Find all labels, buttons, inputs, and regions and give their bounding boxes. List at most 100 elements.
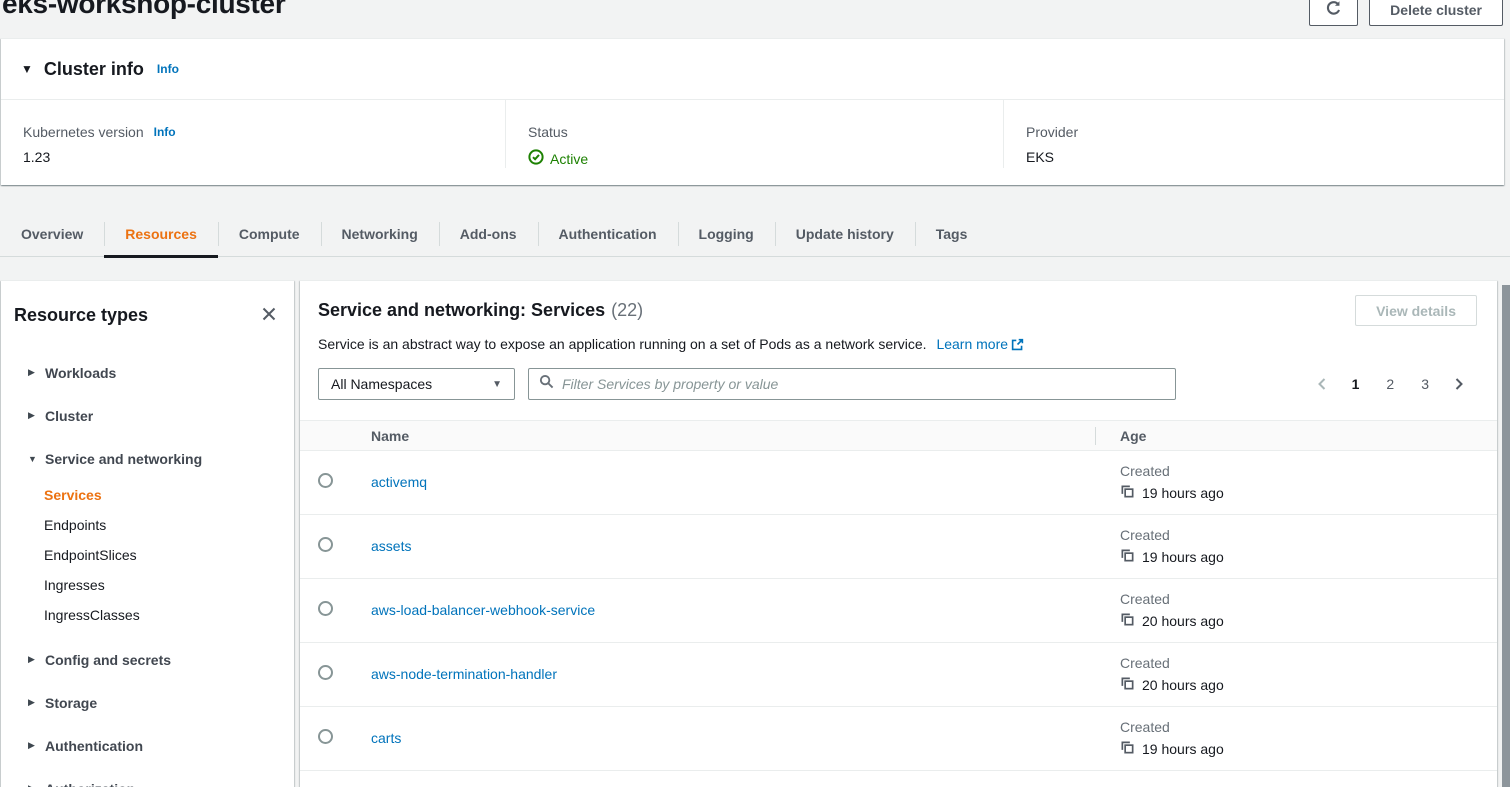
copy-icon[interactable] [1120, 740, 1135, 758]
age-value: 19 hours ago [1142, 741, 1224, 757]
tab-overview[interactable]: Overview [0, 211, 104, 256]
tab-authentication[interactable]: Authentication [538, 211, 678, 256]
row-radio-button[interactable] [318, 665, 333, 680]
pagination-page-2[interactable]: 2 [1377, 372, 1403, 396]
tab-update-history[interactable]: Update history [775, 211, 915, 256]
services-panel-header: Service and networking: Services (22) Vie… [300, 281, 1497, 400]
tab-compute[interactable]: Compute [218, 211, 321, 256]
vertical-scrollbar[interactable] [1502, 285, 1510, 787]
copy-icon[interactable] [1120, 548, 1135, 566]
sidebar-group-storage[interactable]: ▶Storage [1, 681, 294, 724]
status-label: Status [528, 124, 981, 140]
sidebar-group-service-and-networking[interactable]: ▼Service and networking [1, 437, 294, 480]
kubernetes-version-value: 1.23 [23, 149, 483, 165]
pagination-next-button[interactable] [1447, 373, 1471, 395]
sidebar-item-endpointslices[interactable]: EndpointSlices [1, 540, 294, 570]
service-name-link[interactable]: aws-node-termination-handler [371, 666, 557, 682]
copy-icon[interactable] [1120, 676, 1135, 694]
sidebar-group-label: Service and networking [45, 451, 202, 467]
view-details-button[interactable]: View details [1355, 295, 1477, 326]
services-count: (22) [611, 300, 643, 320]
external-link-icon [1011, 338, 1024, 354]
age-value: 20 hours ago [1142, 613, 1224, 629]
sidebar-group-authorization[interactable]: ▶ Authorization [1, 767, 294, 787]
sidebar-group-label: Authentication [45, 738, 143, 754]
close-panel-button[interactable] [257, 303, 281, 327]
resource-types-title: Resource types [14, 305, 148, 326]
service-name-link[interactable]: assets [371, 538, 411, 554]
status-check-icon [528, 149, 544, 168]
sidebar-group-label: Authorization [45, 781, 135, 787]
collapse-caret-icon[interactable]: ▼ [21, 62, 33, 76]
pagination-page-1[interactable]: 1 [1343, 372, 1369, 396]
age-created-label: Created [1120, 527, 1497, 543]
services-search [528, 368, 1176, 400]
field-status: Status Active [505, 100, 1003, 168]
delete-cluster-button[interactable]: Delete cluster [1369, 0, 1503, 26]
pagination-page-3[interactable]: 3 [1412, 372, 1438, 396]
table-row: assets Created 19 hours ago [300, 515, 1497, 579]
sidebar-group-authentication[interactable]: ▶Authentication [1, 724, 294, 767]
services-description: Service is an abstract way to expose an … [318, 336, 927, 352]
service-name-link[interactable]: activemq [371, 474, 427, 490]
triangle-right-icon: ▶ [28, 367, 37, 378]
tab-logging[interactable]: Logging [678, 211, 775, 256]
sidebar-item-ingresses[interactable]: Ingresses [1, 570, 294, 600]
tab-tags[interactable]: Tags [915, 211, 989, 256]
pagination-prev-button[interactable] [1310, 373, 1334, 395]
sidebar-group-label: Storage [45, 695, 97, 711]
kubernetes-version-info-link[interactable]: Info [154, 125, 176, 139]
row-radio-button[interactable] [318, 537, 333, 552]
cluster-info-header[interactable]: ▼ Cluster info Info [1, 39, 1504, 100]
page-title: eks-workshop-cluster [2, 0, 285, 20]
cluster-info-body: Kubernetes version Info 1.23 Status Acti… [1, 100, 1504, 168]
triangle-right-icon: ▶ [28, 654, 37, 665]
table-row: cartsCreated 19 hours ago [300, 707, 1497, 771]
resource-types-list: ▶Workloads▶Cluster▼Service and networkin… [1, 351, 294, 787]
services-title: Service and networking: Services [318, 300, 605, 320]
name-column-header: Name [350, 421, 1095, 451]
row-radio-button[interactable] [318, 601, 333, 616]
sidebar-group-cluster[interactable]: ▶Cluster [1, 394, 294, 437]
resource-types-panel: Resource types ▶Workloads▶Cluster▼Servic… [1, 280, 294, 787]
radio-column-header [300, 421, 350, 451]
chevron-down-icon: ▼ [492, 379, 502, 390]
tab-resources[interactable]: Resources [104, 211, 218, 256]
services-table: Name Age activemqCreated 19 hours agoass… [300, 420, 1497, 787]
age-created-label: Created [1120, 463, 1497, 479]
sidebar-item-endpoints[interactable]: Endpoints [1, 510, 294, 540]
sidebar-group-config-and-secrets[interactable]: ▶ Config and secrets [1, 638, 294, 681]
close-icon [261, 306, 277, 325]
triangle-right-icon: ▶ [28, 783, 37, 787]
cluster-info-panel: ▼ Cluster info Info Kubernetes version I… [1, 38, 1504, 185]
namespace-filter-select[interactable]: All Namespaces ▼ [318, 368, 515, 400]
age-value: 19 hours ago [1142, 549, 1224, 565]
sidebar-group-label: Config and secrets [45, 652, 171, 668]
copy-icon[interactable] [1120, 484, 1135, 502]
status-value: Active [550, 151, 588, 167]
resource-types-header: Resource types [1, 281, 294, 327]
tab-networking[interactable]: Networking [321, 211, 439, 256]
service-name-link[interactable]: aws-load-balancer-webhook-service [371, 602, 595, 618]
copy-icon[interactable] [1120, 612, 1135, 630]
sidebar-item-services[interactable]: Services [1, 480, 294, 510]
sidebar-group-workloads[interactable]: ▶Workloads [1, 351, 294, 394]
age-value: 20 hours ago [1142, 677, 1224, 693]
row-radio-button[interactable] [318, 473, 333, 488]
tab-bar: OverviewResourcesComputeNetworkingAdd-on… [0, 211, 1510, 257]
table-row: activemqCreated 19 hours ago [300, 451, 1497, 515]
tab-add-ons[interactable]: Add-ons [439, 211, 538, 256]
namespace-filter-value: All Namespaces [331, 376, 432, 392]
sidebar-item-ingressclasses[interactable]: IngressClasses [1, 600, 294, 630]
service-name-link[interactable]: carts [371, 730, 401, 746]
sidebar-group-label: Cluster [45, 408, 93, 424]
learn-more-link[interactable]: Learn more [936, 336, 1024, 352]
search-input[interactable] [562, 376, 1165, 392]
row-radio-button[interactable] [318, 729, 333, 744]
field-kubernetes-version: Kubernetes version Info 1.23 [1, 100, 505, 168]
cluster-info-title: Cluster info [44, 59, 144, 80]
cluster-info-info-link[interactable]: Info [157, 62, 179, 76]
refresh-button[interactable] [1309, 0, 1358, 26]
table-row: aws-node-termination-handlerCreated 20 h… [300, 643, 1497, 707]
field-provider: Provider EKS [1003, 100, 1504, 168]
